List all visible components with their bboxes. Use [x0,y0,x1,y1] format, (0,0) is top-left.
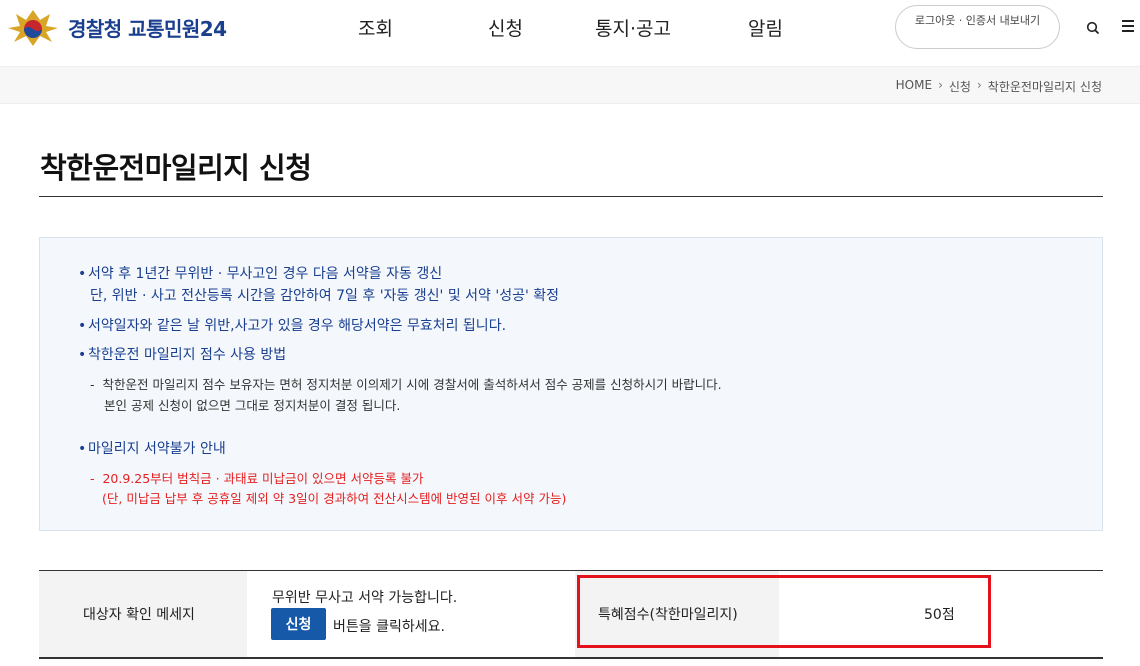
site-logo[interactable]: 경찰청 교통민원24 [4,6,227,48]
info-bullet-4-sub1: - 20.9.25부터 범칙금 · 과태료 미납금이 있으면 서약등록 불가 [90,471,424,486]
page-title: 착한운전마일리지 신청 [40,151,312,185]
cert-export-link[interactable]: · 인증서 내보내기 [959,14,1040,27]
info-bullet-4-sub2: (단, 미납금 납부 후 공휴일 제외 약 3일이 경과하여 전산시스템에 반영… [102,491,567,506]
eligibility-message: 무위반 무사고 서약 가능합니다. [272,590,458,606]
apply-button[interactable]: 신청 [271,608,326,640]
search-icon[interactable] [1086,20,1100,35]
breadcrumb: HOME › 신청 › 착한운전마일리지 신청 [896,78,1102,95]
auth-box: 로그아웃 · 인증서 내보내기 [895,5,1060,49]
info-bullet-4: • 마일리지 서약불가 안내 [78,441,226,457]
info-bullet-3-sub1: - 착한운전 마일리지 점수 보유자는 면허 정지처분 이의제기 시에 경찰서에… [90,377,722,392]
hamburger-menu-icon[interactable] [1122,20,1134,34]
table-bottom-border [39,657,1103,659]
nav-item-alert[interactable]: 알림 [748,14,783,41]
info-bullet-3-sub2: 본인 공제 신청이 없으면 그대로 정지처분이 결정 됩니다. [104,398,401,413]
chevron-right-icon: › [976,78,982,92]
click-instruction: 버튼을 클릭하세요. [333,619,445,635]
info-bullet-1-cont: 단, 위반 · 사고 전산등록 시간을 감안하여 7일 후 '자동 갱신' 및 … [90,288,560,304]
info-bullet-2: • 서약일자와 같은 날 위반,사고가 있을 경우 해당서약은 무효처리 됩니다. [78,318,507,334]
info-box: • 서약 후 1년간 무위반 · 무사고인 경우 다음 서약을 자동 갱신 단, … [39,237,1103,531]
chevron-right-icon: › [938,78,943,92]
police-emblem-icon [4,6,62,48]
breadcrumb-current: 착한운전마일리지 신청 [987,80,1102,94]
breadcrumb-bar: HOME › 신청 › 착한운전마일리지 신청 [0,66,1140,104]
title-divider [39,196,1103,197]
nav-item-apply[interactable]: 신청 [488,14,523,41]
info-bullet-3: • 착한운전 마일리지 점수 사용 방법 [78,347,287,363]
breadcrumb-home[interactable]: HOME [896,78,932,95]
site-header: 경찰청 교통민원24 조회 신청 통지·공고 알림 로그아웃 · 인증서 내보내… [0,0,1140,66]
message-label: 대상자 확인 메세지 [83,607,195,623]
message-label-cell: 대상자 확인 메세지 [39,571,247,657]
nav-item-notice[interactable]: 통지·공고 [595,14,671,41]
info-bullet-1: • 서약 후 1년간 무위반 · 무사고인 경우 다음 서약을 자동 갱신 [78,266,443,282]
score-highlight-box [577,575,991,648]
site-title: 경찰청 교통민원24 [68,16,227,41]
logout-link[interactable]: 로그아웃 [915,14,955,27]
nav-item-inquiry[interactable]: 조회 [358,14,393,41]
breadcrumb-apply[interactable]: 신청 [949,78,971,95]
